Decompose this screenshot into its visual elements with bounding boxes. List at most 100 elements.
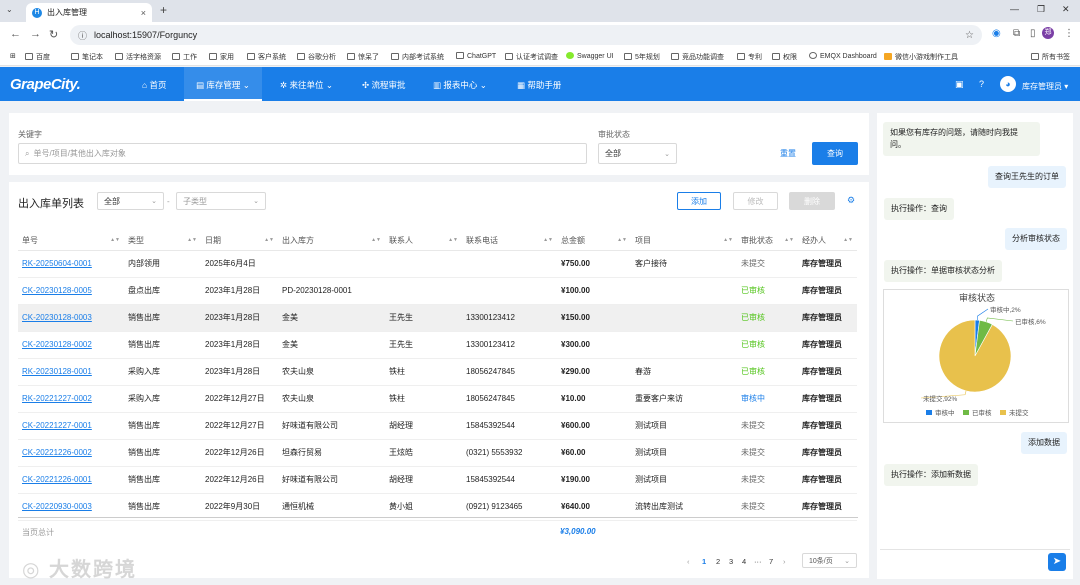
table-row[interactable]: RK-20221227-0002 采购入库 2022年12月27日 农夫山泉 铁柱 180… (18, 385, 857, 413)
back-icon[interactable]: ← (10, 28, 21, 40)
page-1[interactable]: 1 (702, 557, 706, 566)
apps-grid-icon[interactable]: ⊞ (10, 52, 16, 60)
site-info-icon[interactable]: ⓘ (78, 29, 87, 42)
table-row[interactable]: CK-20221226-0001 销售出库 2022年12月26日 好味道有限公司 胡经… (18, 466, 857, 494)
bookmark-item[interactable]: 权限 (772, 52, 797, 62)
tab-list-chevron-icon[interactable]: ⌄ (6, 5, 13, 14)
page-2[interactable]: 2 (716, 557, 720, 566)
address-bar[interactable]: ⓘ localhost:15907/Forguncy ☆ (70, 25, 982, 45)
delete-button[interactable]: 删除 (789, 192, 835, 210)
column-header[interactable]: 联系人 ▲▼ (385, 232, 462, 251)
menu-home[interactable]: ⌂ 首页 (142, 79, 167, 91)
bookmark-item[interactable]: 工作 (172, 52, 197, 62)
column-header[interactable]: 联系电话 ▲▼ (462, 232, 557, 251)
order-number-link[interactable]: CK-20221226-0001 (18, 466, 124, 494)
sort-icon[interactable]: ▲▼ (110, 237, 120, 243)
extension-icon[interactable]: ◉ (992, 28, 1001, 39)
type-filter-select[interactable]: 全部 ⌄ (97, 192, 164, 210)
sidebar-icon[interactable]: ▯ (1030, 28, 1036, 39)
bookmark-item[interactable]: 内部考试系统 (391, 52, 444, 62)
sort-icon[interactable]: ▲▼ (617, 237, 627, 243)
sort-icon[interactable]: ▲▼ (543, 237, 553, 243)
bookmark-item[interactable]: EMQX Dashboard (809, 52, 877, 60)
bookmark-item[interactable]: 笔记本 (71, 52, 103, 62)
add-button[interactable]: 添加 (677, 192, 721, 210)
column-header[interactable]: 出入库方 ▲▼ (278, 232, 385, 251)
page-3[interactable]: 3 (729, 557, 733, 566)
bookmark-item[interactable]: 认证考试调查 (505, 52, 558, 62)
next-page-icon[interactable]: › (783, 557, 786, 566)
bookmark-item[interactable]: 客户系统 (247, 52, 286, 62)
extensions-puzzle-icon[interactable]: ⧉ (1013, 28, 1020, 39)
prev-page-icon[interactable]: ‹ (687, 557, 690, 566)
menu-approval[interactable]: ✣ 流程审批 (362, 79, 406, 91)
order-number-link[interactable]: CK-20220930-0003 (18, 493, 124, 521)
table-row[interactable]: CK-20230128-0003 销售出库 2023年1月28日 金美 王先生 13300… (18, 304, 857, 332)
page-size-select[interactable]: 10条/页 ⌄ (802, 553, 857, 568)
bookmark-item[interactable]: ChatGPT (456, 52, 496, 60)
page-4[interactable]: 4 (742, 557, 746, 566)
bookmark-item[interactable]: 活字格资源 (115, 52, 161, 62)
column-header[interactable]: 总金额 ▲▼ (557, 232, 631, 251)
browser-tab[interactable]: H 出入库管理 × (26, 3, 152, 22)
help-icon[interactable]: ? (979, 79, 984, 89)
sort-icon[interactable]: ▲▼ (371, 237, 381, 243)
sort-icon[interactable]: ▲▼ (448, 237, 458, 243)
table-row[interactable]: CK-20221227-0001 销售出库 2022年12月27日 好味道有限公司 胡经… (18, 412, 857, 440)
menu-inventory[interactable]: ▤ 库存管理 ⌄ (184, 67, 262, 101)
column-header[interactable]: 经办人 ▲▼ (798, 232, 857, 251)
order-number-link[interactable]: CK-20230128-0002 (18, 331, 124, 359)
bookmark-item[interactable]: 家用 (209, 52, 234, 62)
tab-close-icon[interactable]: × (141, 8, 146, 18)
status-select[interactable]: 全部 ⌄ (598, 143, 677, 164)
user-avatar-icon[interactable]: ◕ (1000, 76, 1016, 92)
settings-gear-icon[interactable]: ⚙ (847, 195, 855, 206)
keyword-input[interactable]: ⌕ 单号/项目/其他出入库对象 (18, 143, 587, 164)
table-row[interactable]: CK-20230128-0002 销售出库 2023年1月28日 金美 王先生 13300… (18, 331, 857, 359)
order-number-link[interactable]: RK-20250604-0001 (18, 250, 124, 278)
column-header[interactable]: 日期 ▲▼ (201, 232, 278, 251)
bookmark-star-icon[interactable]: ☆ (965, 30, 974, 41)
table-row[interactable]: RK-20230128-0001 采购入库 2023年1月28日 农夫山泉 铁柱 1805… (18, 358, 857, 386)
menu-partners[interactable]: ✲ 来往单位 ⌄ (280, 79, 333, 91)
all-bookmarks[interactable]: 所有书签 (1031, 52, 1070, 62)
order-number-link[interactable]: CK-20221227-0001 (18, 412, 124, 440)
user-name[interactable]: 库存管理员 ▾ (1022, 81, 1068, 92)
bookmark-item[interactable]: 百度 (25, 52, 50, 62)
menu-reports[interactable]: ▥ 报表中心 ⌄ (433, 79, 487, 91)
order-number-link[interactable]: RK-20230128-0001 (18, 358, 124, 386)
restore-icon[interactable]: ❐ (1037, 4, 1045, 15)
edit-button[interactable]: 修改 (733, 192, 778, 210)
table-row[interactable]: CK-20221226-0002 销售出库 2022年12月26日 坦森行贸易 王炫皓(… (18, 439, 857, 467)
bookmark-item[interactable]: Swagger UI (566, 52, 614, 60)
subtype-select[interactable]: 子类型 ⌄ (176, 192, 266, 210)
column-header[interactable]: 单号 ▲▼ (18, 232, 124, 251)
send-icon[interactable]: ➤ (1048, 553, 1066, 571)
table-row[interactable]: CK-20220930-0003 销售出库 2022年9月30日 通恒机械 黄小姐 (09… (18, 493, 857, 521)
bookmark-item[interactable]: 谷歌分析 (297, 52, 336, 62)
column-header[interactable]: 项目 ▲▼ (631, 232, 737, 251)
chat-input[interactable] (880, 549, 1070, 575)
page-ellipsis[interactable]: ··· (754, 557, 762, 566)
bookmark-item[interactable]: 微信小游戏制作工具 (884, 52, 958, 62)
sort-icon[interactable]: ▲▼ (723, 237, 733, 243)
sort-icon[interactable]: ▲▼ (264, 237, 274, 243)
bookmark-item[interactable]: 5年规划 (624, 52, 660, 62)
profile-avatar[interactable]: 郑 (1042, 27, 1054, 39)
forward-icon[interactable]: → (30, 28, 41, 40)
bookmark-item[interactable]: 竞品功能调查 (671, 52, 724, 62)
table-row[interactable]: RK-20250604-0001 内部领用 2025年6月4日 ¥750.00 客户接待… (18, 250, 857, 278)
order-number-link[interactable]: CK-20230128-0005 (18, 277, 124, 305)
menu-help[interactable]: ▦ 帮助手册 (517, 79, 561, 91)
column-header[interactable]: 类型 ▲▼ (124, 232, 201, 251)
chat-icon[interactable]: ▣ (955, 79, 964, 90)
reset-button[interactable]: 重置 (772, 143, 804, 164)
bookmark-item[interactable]: 专利 (737, 52, 762, 62)
new-tab-icon[interactable]: + (160, 3, 167, 17)
column-header[interactable]: 审批状态 ▲▼ (737, 232, 798, 251)
reload-icon[interactable]: ↻ (49, 28, 58, 41)
bookmark-item[interactable]: 惊呆了 (347, 52, 379, 62)
sort-icon[interactable]: ▲▼ (187, 237, 197, 243)
browser-menu-icon[interactable]: ⋮ (1064, 28, 1074, 39)
query-button[interactable]: 查询 (812, 142, 858, 165)
